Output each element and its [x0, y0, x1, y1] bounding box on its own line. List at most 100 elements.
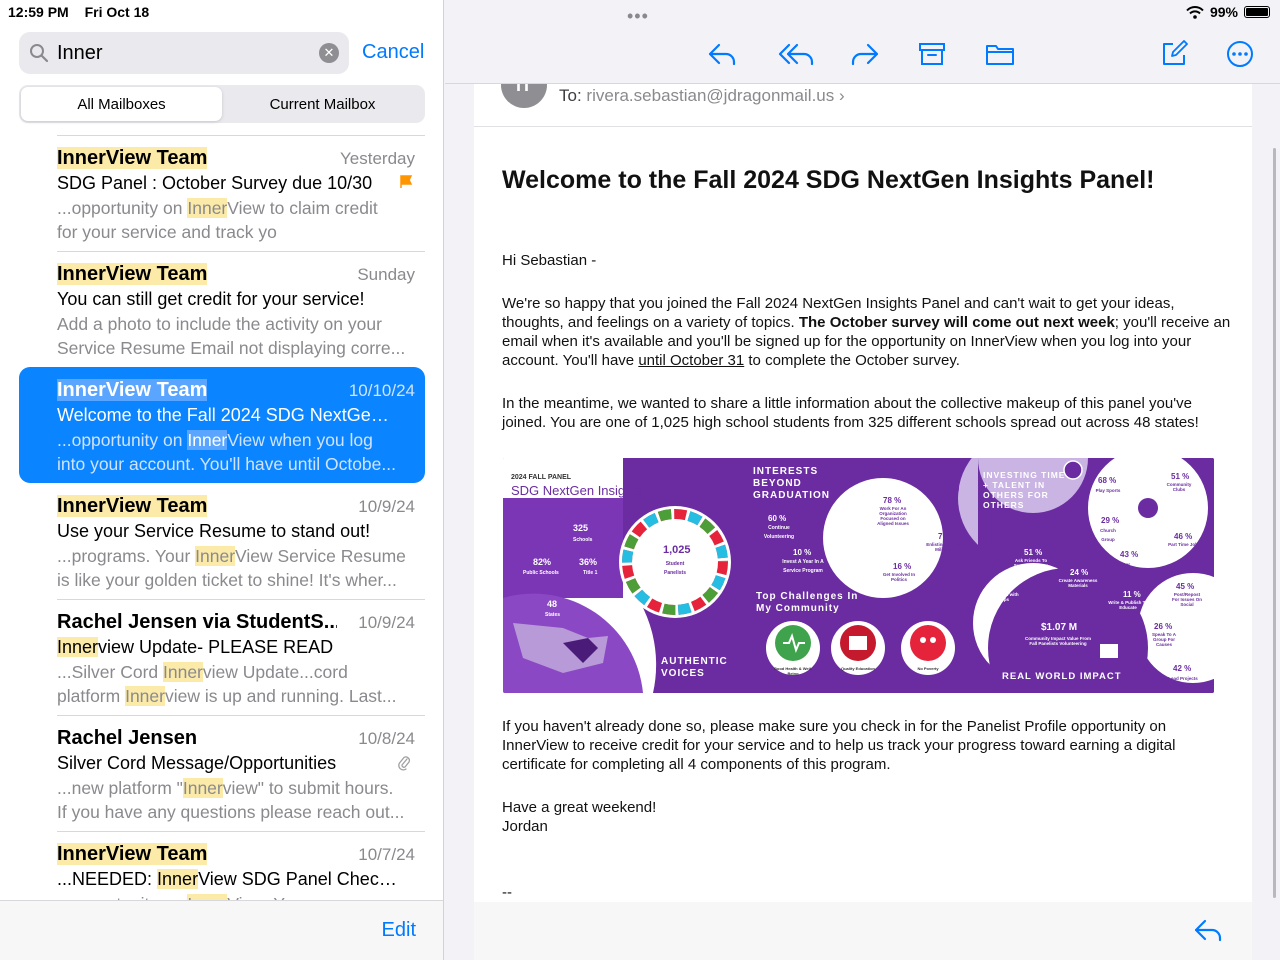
message-sender: InnerView Team: [57, 379, 208, 401]
message-detail-pane: ••• 99% IT To: rivera.sebastian@jdragonm…: [445, 0, 1280, 960]
to-address[interactable]: rivera.sebastian@jdragonmail.us: [586, 86, 834, 105]
stat-impact-label: Community Impact Value From Fall Panelis…: [1024, 636, 1091, 646]
stat-r46: 46 %: [1174, 532, 1193, 541]
reply-all-icon: [778, 43, 814, 66]
stat-r46-label: Part Time Job: [1168, 542, 1198, 547]
message-preview: ...new platform "Innerview" to submit ho…: [57, 778, 405, 822]
stat-impact: $1.07 M: [1041, 622, 1078, 633]
stat-i60: 60 %: [768, 514, 787, 523]
message-row[interactable]: Rachel Jensen via StudentS... 10/9/24 In…: [19, 599, 425, 715]
email-body: Welcome to the Fall 2024 SDG NextGen Ins…: [502, 164, 1232, 456]
greeting: Hi Sebastian -: [502, 252, 597, 269]
panel-title: SDG NextGen Insights: [511, 483, 643, 498]
message-list: InnerView Team Yesterday SDG Panel : Oct…: [0, 135, 443, 947]
challenges-heading: Top Challenges In My Community: [756, 591, 859, 614]
chevron-right-icon: ›: [838, 86, 845, 105]
paragraph-1: We're so happy that you joined the Fall …: [502, 295, 1231, 369]
status-time: 12:59 PM: [8, 4, 69, 20]
stat-public: 82%: [533, 557, 552, 567]
scope-all-mailboxes[interactable]: All Mailboxes: [21, 87, 222, 121]
stat-r26: 26 %: [1154, 622, 1173, 631]
stat-r45-label: Post/Repost For Issues On Social: [1171, 592, 1202, 607]
message-date: 10/9/24: [358, 613, 415, 632]
recipient-line[interactable]: To: rivera.sebastian@jdragonmail.us ›: [559, 86, 845, 106]
message-preview: ...programs. Your InnerView Service Resu…: [57, 546, 406, 590]
stat-schools: 325: [573, 523, 589, 533]
message-date: 10/9/24: [358, 497, 415, 516]
message-toolbar: [445, 36, 1280, 76]
message-row[interactable]: InnerView Team Sunday You can still get …: [19, 251, 425, 367]
challenge-education: Quality Education: [840, 666, 875, 671]
message-bottom-bar: [474, 902, 1252, 960]
bottom-reply-button[interactable]: [1190, 912, 1226, 948]
paragraph-2: In the meantime, we wanted to share a li…: [502, 395, 1199, 431]
stat-r51b: 51 %: [1024, 548, 1043, 557]
stat-i78: 78 %: [883, 496, 902, 505]
multitasking-dots-icon[interactable]: •••: [627, 6, 649, 27]
signature-separator: --: [502, 884, 512, 901]
message-row[interactable]: InnerView Team Yesterday SDG Panel : Oct…: [19, 135, 425, 251]
stat-i16: 16 %: [893, 562, 912, 571]
stat-r29-label: Church Group: [1100, 528, 1116, 542]
more-button[interactable]: [1222, 36, 1258, 72]
message-sender: InnerView Team: [57, 263, 208, 285]
message-subject: Use your Service Resume to stand out!: [57, 521, 371, 541]
stat-states: 48: [547, 599, 558, 609]
stat-students-label: Student Panelists: [664, 561, 686, 576]
message-preview: ...opportunity on InnerView to claim cre…: [57, 198, 378, 242]
message-date: Sunday: [357, 265, 415, 284]
clear-search-icon[interactable]: ✕: [319, 43, 339, 63]
status-date: Fri Oct 18: [84, 4, 150, 20]
divider: [57, 135, 425, 136]
stat-i60-label: Continue Volunteering: [763, 525, 795, 540]
stat-r65-label: Take Action with Groups: [983, 592, 1019, 602]
stat-r29: 29 %: [1101, 516, 1120, 525]
message-subject: Welcome to the Fall 2024 SDG NextGen In.…: [57, 405, 397, 425]
stat-r42: 42 %: [1173, 664, 1192, 673]
stat-r11: 11 %: [1123, 590, 1141, 599]
scrollbar[interactable]: [1273, 148, 1276, 898]
stat-r51a: 51 %: [1171, 472, 1190, 481]
message-sender: InnerView Team: [57, 495, 208, 517]
message-row-selected[interactable]: InnerView Team 10/10/24 Welcome to the F…: [19, 367, 425, 483]
message-preview: Add a photo to include the activity on y…: [57, 314, 406, 358]
message-preview: ...Silver Cord Innerview Update...cord pl…: [57, 662, 397, 706]
panel-infographic[interactable]: 2024 FALL PANEL SDG NextGen Insights 325…: [503, 458, 1214, 693]
stat-r26-label: Speak To A Group For Causes: [1151, 632, 1176, 647]
stat-title1-label: Title 1: [583, 570, 598, 576]
header-divider: [474, 126, 1252, 127]
cancel-button[interactable]: Cancel: [362, 41, 424, 64]
message-row[interactable]: InnerView Team 10/9/24 Use your Service …: [19, 483, 425, 599]
reply-button[interactable]: [704, 36, 740, 72]
forward-icon: [851, 43, 879, 66]
stat-r45: 45 %: [1176, 582, 1195, 591]
challenge-poverty: No Poverty: [917, 666, 939, 671]
status-bar-right: 99%: [1186, 4, 1270, 20]
search-field[interactable]: Inner ✕: [19, 32, 349, 74]
stat-title1: 36%: [579, 557, 598, 567]
reply-all-button[interactable]: [774, 36, 818, 72]
paragraph-3: If you haven't already done so, please m…: [502, 718, 1176, 773]
message-date: 10/8/24: [358, 729, 415, 748]
stat-r68-label: Play Sports: [1095, 488, 1121, 493]
message-date: 10/10/24: [348, 381, 415, 400]
edit-button[interactable]: Edit: [382, 919, 416, 942]
forward-button[interactable]: [847, 36, 883, 72]
message-subject: ...NEEDED: InnerView SDG Panel Check-in: [57, 869, 397, 889]
message-sender: Rachel Jensen: [57, 727, 198, 749]
interests-heading: INTERESTS BEYOND GRADUATION: [753, 466, 831, 501]
compose-button[interactable]: [1156, 36, 1192, 72]
archive-button[interactable]: [914, 36, 950, 72]
search-input[interactable]: Inner: [57, 42, 319, 65]
move-to-folder-button[interactable]: [982, 36, 1018, 72]
stat-r51b-label: Ask Friends To Support Causes: [1013, 558, 1049, 568]
divider: [57, 715, 425, 716]
message-date: Yesterday: [340, 149, 415, 168]
scope-current-mailbox[interactable]: Current Mailbox: [222, 87, 423, 121]
message-row[interactable]: Rachel Jensen 10/8/24 Silver Cord Messag…: [19, 715, 425, 831]
message-date: 10/7/24: [358, 845, 415, 864]
sender-avatar[interactable]: IT: [501, 84, 547, 108]
battery-icon: [1244, 6, 1270, 18]
message-sender: Rachel Jensen via StudentS...: [57, 611, 337, 633]
stat-r24-label: Create Awareness Materials: [1058, 578, 1098, 588]
